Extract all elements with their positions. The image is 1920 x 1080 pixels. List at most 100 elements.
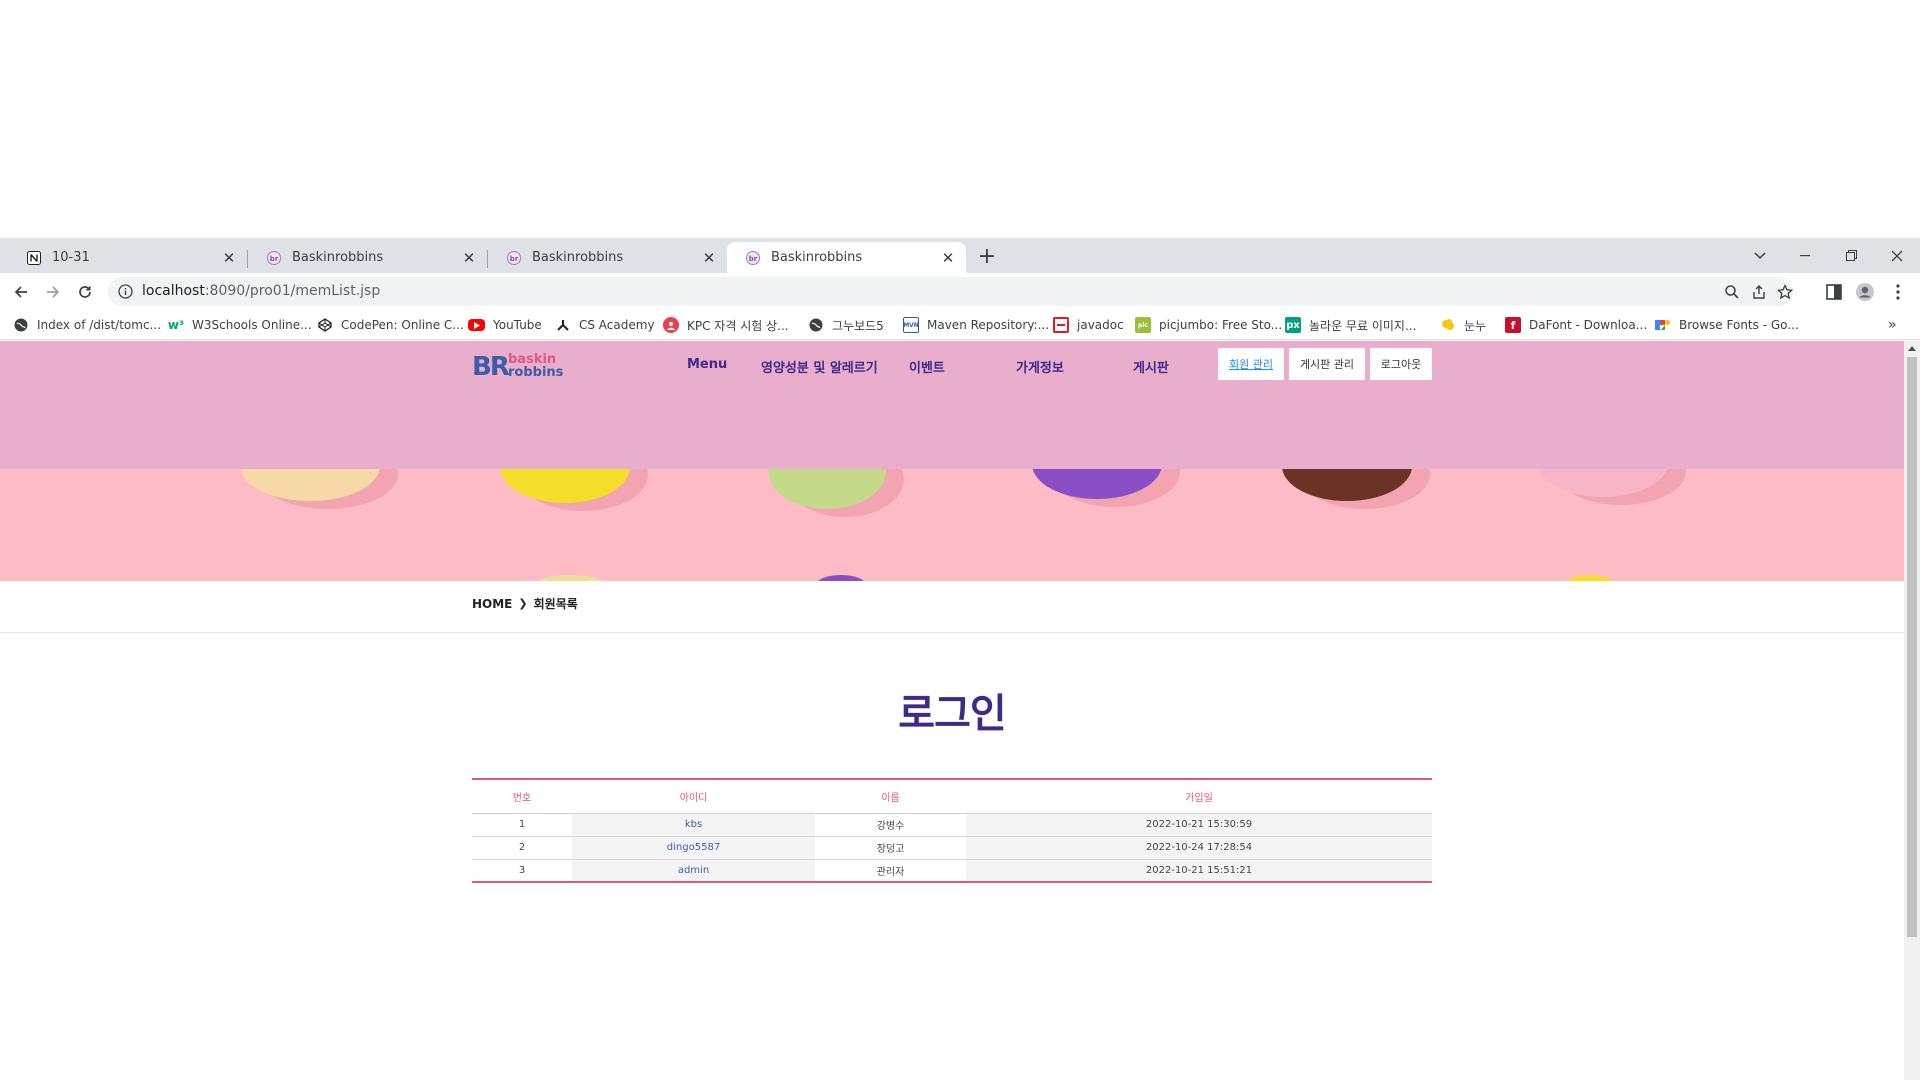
bookmark-item[interactable]: w³ W3Schools Online... xyxy=(168,316,312,334)
tab-close-icon[interactable]: ✕ xyxy=(221,250,237,266)
cell-number: 3 xyxy=(472,859,572,883)
tab-4-active[interactable]: br Baskinrobbins ✕ xyxy=(727,242,966,273)
breadcrumb: HOME ❯ 회원목록 xyxy=(472,595,578,612)
tab-title: Baskinrobbins xyxy=(771,250,863,265)
breadcrumb-current: 회원목록 xyxy=(533,597,578,611)
ice-cream-scoop xyxy=(1538,469,1668,497)
site-header: BR baskin robbins Menu 영양성분 및 알레르기 이벤트 가… xyxy=(0,341,1904,469)
forward-button[interactable] xyxy=(40,279,66,305)
page-title: 로그인 xyxy=(898,691,1006,737)
google-fonts-icon xyxy=(1655,317,1671,333)
javadoc-icon xyxy=(1053,317,1069,333)
profile-avatar-icon[interactable] xyxy=(1855,282,1875,302)
reload-button[interactable] xyxy=(72,279,98,305)
cell-joined: 2022-10-21 15:30:59 xyxy=(966,813,1432,837)
nav-board[interactable]: 게시판 xyxy=(1133,357,1169,376)
bookmark-item[interactable]: f DaFont - Downloa... xyxy=(1505,316,1647,334)
bookmark-item[interactable]: KPC 자격 시험 상... xyxy=(663,316,789,334)
column-header-number: 번호 xyxy=(472,779,572,814)
table-row: 3 admin 관리자 2022-10-21 15:51:21 xyxy=(472,859,1432,883)
svg-text:BR: BR xyxy=(472,352,510,380)
bookmark-item[interactable]: Index of /dist/tomc... xyxy=(13,316,161,334)
table-row: 1 kbs 강병수 2022-10-21 15:30:59 xyxy=(472,813,1432,837)
svg-text:robbins: robbins xyxy=(508,365,564,380)
cell-name: 관리자 xyxy=(815,859,966,883)
minimize-button[interactable] xyxy=(1782,238,1828,273)
baskinrobbins-logo[interactable]: BR baskin robbins xyxy=(472,350,568,380)
breadcrumb-home-link[interactable]: HOME xyxy=(472,597,512,611)
svg-text:br: br xyxy=(749,255,758,263)
bookmark-item[interactable]: CodePen: Online C... xyxy=(317,316,464,334)
bookmarks-bar: Index of /dist/tomc... w³ W3Schools Onlin… xyxy=(0,310,1920,340)
table-row: 2 dingo5587 장덩고 2022-10-24 17:28:54 xyxy=(472,836,1432,860)
scrollbar-thumb[interactable] xyxy=(1907,357,1917,937)
back-button[interactable] xyxy=(8,279,34,305)
bookmark-item[interactable]: Browse Fonts - Go... xyxy=(1655,316,1799,334)
bookmark-item[interactable]: 눈누 xyxy=(1440,316,1486,334)
dafont-icon: f xyxy=(1505,317,1521,333)
tab-search-chevron-icon[interactable] xyxy=(1737,238,1783,273)
bookmark-item[interactable]: pic picjumbo: Free Sto... xyxy=(1135,316,1282,334)
breadcrumb-bar: HOME ❯ 회원목록 xyxy=(0,581,1904,633)
nav-event[interactable]: 이벤트 xyxy=(909,357,945,376)
cell-joined: 2022-10-24 17:28:54 xyxy=(966,836,1432,860)
w3schools-icon: w³ xyxy=(167,318,185,332)
share-icon[interactable] xyxy=(1751,284,1767,300)
nav-store-info[interactable]: 가게정보 xyxy=(1016,357,1064,376)
logout-button[interactable]: 로그아웃 xyxy=(1370,348,1432,380)
url-text: localhost:8090/pro01/memList.jsp xyxy=(142,283,381,299)
tab-1[interactable]: 10-31 ✕ xyxy=(8,242,247,273)
cell-id: admin xyxy=(572,859,815,883)
browser-toolbar: localhost:8090/pro01/memList.jsp xyxy=(0,273,1920,310)
cell-id: kbs xyxy=(572,813,815,837)
tab-close-icon[interactable]: ✕ xyxy=(940,250,956,266)
table-header-row: 번호 아이디 이름 가입일 xyxy=(472,779,1432,814)
site-info-icon[interactable] xyxy=(118,284,133,299)
zoom-icon[interactable] xyxy=(1724,284,1740,300)
tab-close-icon[interactable]: ✕ xyxy=(701,250,717,266)
page-viewport: BR baskin robbins Menu 영양성분 및 알레르기 이벤트 가… xyxy=(0,341,1904,1080)
column-header-name: 이름 xyxy=(815,779,966,814)
address-bar[interactable]: localhost:8090/pro01/memList.jsp xyxy=(108,277,1793,306)
bookmark-item[interactable]: YouTube xyxy=(468,316,542,334)
cs-academy-icon xyxy=(555,317,571,333)
bookmark-item[interactable]: CS Academy xyxy=(555,316,655,334)
bookmark-item[interactable]: px 놀라운 무료 이미지... xyxy=(1285,316,1416,334)
restore-button[interactable] xyxy=(1828,238,1874,273)
tab-3[interactable]: br Baskinrobbins ✕ xyxy=(488,242,727,273)
member-management-button[interactable]: 회원 관리 xyxy=(1218,348,1284,380)
bookmark-star-icon[interactable] xyxy=(1777,284,1793,300)
youtube-icon xyxy=(468,319,485,331)
ice-cream-scoop xyxy=(1032,469,1162,499)
new-tab-button[interactable]: + xyxy=(976,246,998,268)
nav-nutrition-allergy[interactable]: 영양성분 및 알레르기 xyxy=(761,357,878,376)
tab-title: 10-31 xyxy=(52,250,90,265)
svg-text:br: br xyxy=(270,255,279,263)
forward-arrow-icon xyxy=(47,286,60,298)
noonnu-icon xyxy=(1440,317,1456,333)
side-panel-icon[interactable] xyxy=(1824,282,1844,302)
kebab-menu-icon[interactable] xyxy=(1888,282,1908,302)
column-header-joined: 가입일 xyxy=(966,779,1432,814)
maven-icon: MVN xyxy=(903,317,919,333)
bookmark-item[interactable]: javadoc xyxy=(1053,316,1124,334)
pexels-icon: px xyxy=(1285,317,1301,333)
column-header-id: 아이디 xyxy=(572,779,815,814)
bookmarks-overflow-button[interactable]: » xyxy=(1888,316,1897,334)
tab-close-icon[interactable]: ✕ xyxy=(461,250,477,266)
tab-title: Baskinrobbins xyxy=(532,250,624,265)
hero-banner-ice-cream xyxy=(0,469,1904,581)
scroll-up-arrow-icon[interactable] xyxy=(1908,346,1916,351)
bookmark-item[interactable]: MVN Maven Repository:... xyxy=(903,316,1049,334)
tab-2[interactable]: br Baskinrobbins ✕ xyxy=(248,242,487,273)
member-list-table: 번호 아이디 이름 가입일 1 kbs 강병수 2022-10-21 15:30… xyxy=(472,778,1432,883)
browser-window: 10-31 ✕ br Baskinrobbins ✕ br Baskinrobb… xyxy=(0,238,1920,1080)
board-management-button[interactable]: 게시판 관리 xyxy=(1289,348,1365,380)
bookmark-item[interactable]: 그누보드5 xyxy=(808,316,884,334)
svg-text:br: br xyxy=(510,255,519,263)
cell-number: 1 xyxy=(472,813,572,837)
close-window-button[interactable] xyxy=(1874,238,1920,273)
nav-menu[interactable]: Menu xyxy=(687,357,727,372)
page-scrollbar[interactable] xyxy=(1904,341,1920,1080)
tab-title: Baskinrobbins xyxy=(292,250,384,265)
